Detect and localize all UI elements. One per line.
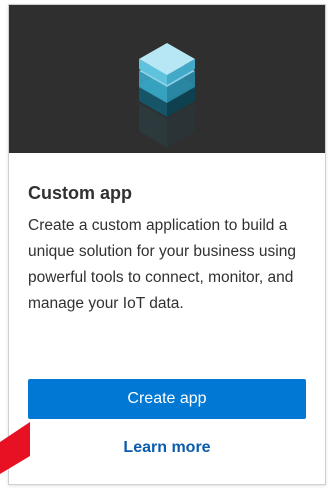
stacked-cube-icon: [139, 43, 195, 147]
card-hero-banner: [9, 5, 325, 153]
page: Custom app Create a custom application t…: [0, 0, 335, 490]
custom-app-card: Custom app Create a custom application t…: [8, 4, 326, 485]
annotation-arrow-icon: [0, 422, 30, 474]
create-app-button[interactable]: Create app: [28, 379, 306, 419]
card-description: Create a custom application to build a u…: [28, 217, 296, 312]
card-title: Custom app: [28, 183, 133, 203]
learn-more-link[interactable]: Learn more: [9, 437, 325, 459]
